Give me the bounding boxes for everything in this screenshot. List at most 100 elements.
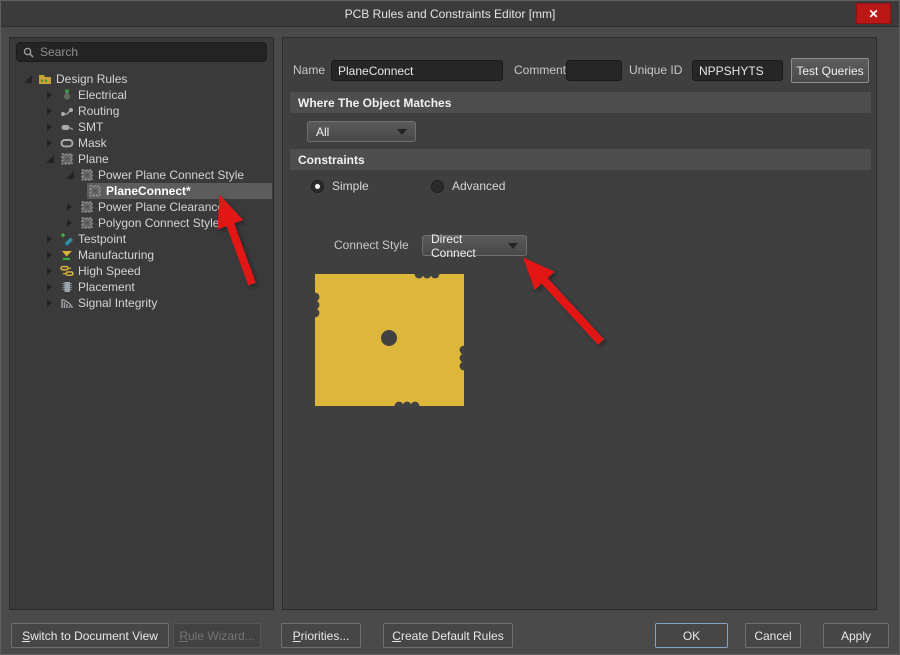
- tree-item-content: Polygon Connect Style: [79, 215, 272, 231]
- unique-id-label: Unique ID: [629, 60, 682, 81]
- tree-item-polygon-connect-style[interactable]: Polygon Connect Style: [11, 215, 272, 231]
- tree-item-label: Signal Integrity: [78, 296, 157, 310]
- ok-button[interactable]: OK: [655, 623, 728, 648]
- tree-item-manufacturing[interactable]: Manufacturing: [11, 247, 272, 263]
- rules-tree-panel: Search Design RulesElectricalRouting SMT M…: [9, 37, 274, 610]
- test-queries-button[interactable]: Test Queries: [791, 58, 869, 83]
- scope-dropdown[interactable]: All: [307, 121, 416, 142]
- collapse-icon[interactable]: [65, 167, 79, 183]
- tree-item-testpoint[interactable]: Testpoint: [11, 231, 272, 247]
- plane-rule-icon: [80, 200, 94, 214]
- tree-item-content: Manufacturing: [59, 247, 272, 263]
- plane-rule-icon: [88, 184, 102, 198]
- tree-item-content: Plane: [59, 151, 272, 167]
- tree-item-mask[interactable]: Mask: [11, 135, 272, 151]
- radio-dot-icon: [431, 180, 444, 193]
- tree-item-placement[interactable]: Placement: [11, 279, 272, 295]
- cancel-button[interactable]: Cancel: [745, 623, 801, 648]
- tree-item-label: Testpoint: [78, 232, 126, 246]
- window-title: PCB Rules and Constraints Editor [mm]: [345, 7, 556, 21]
- tree-item-label: Manufacturing: [78, 248, 154, 262]
- tree-item-content: Testpoint: [59, 231, 272, 247]
- tree-item-label: High Speed: [78, 264, 141, 278]
- collapse-icon[interactable]: [23, 71, 37, 87]
- expand-icon[interactable]: [45, 119, 59, 135]
- tree-item-content: Routing: [59, 103, 272, 119]
- simple-radio-label: Simple: [332, 179, 369, 193]
- tree-item-label: SMT: [78, 120, 103, 134]
- tree-item-label: PlaneConnect*: [106, 184, 191, 198]
- mask-icon: [60, 136, 74, 150]
- unique-id-field[interactable]: [692, 60, 783, 81]
- tree-item-content: PlaneConnect*: [87, 183, 272, 199]
- apply-button[interactable]: Apply: [823, 623, 889, 648]
- expand-icon[interactable]: [45, 103, 59, 119]
- tree-item-content: Power Plane Clearance: [79, 199, 272, 215]
- tree-item-content: Electrical: [59, 87, 272, 103]
- simple-radio[interactable]: Simple: [311, 179, 369, 193]
- expand-icon[interactable]: [45, 263, 59, 279]
- routing-icon: [60, 104, 74, 118]
- name-field[interactable]: [331, 60, 503, 81]
- create-default-rules-button[interactable]: Create Default Rules: [383, 623, 513, 648]
- tree-item-label: Mask: [78, 136, 107, 150]
- tree-item-content: Mask: [59, 135, 272, 151]
- connect-style-dropdown[interactable]: Direct Connect: [422, 235, 527, 256]
- tree-item-routing[interactable]: Routing: [11, 103, 272, 119]
- tree-item-power-plane-clearance[interactable]: Power Plane Clearance: [11, 199, 272, 215]
- tree-item-content: Signal Integrity: [59, 295, 272, 311]
- manufacturing-icon: [60, 248, 74, 262]
- smt-icon: [60, 120, 74, 134]
- placement-icon: [60, 280, 74, 294]
- search-input[interactable]: Search: [16, 42, 267, 62]
- where-object-matches-header: Where The Object Matches: [290, 92, 871, 113]
- tree-item-label: Routing: [78, 104, 119, 118]
- rules-tree: Design RulesElectricalRouting SMT Mask Plan…: [11, 71, 272, 311]
- tree-item-electrical[interactable]: Electrical: [11, 87, 272, 103]
- tree-item-design-rules[interactable]: Design Rules: [11, 71, 272, 87]
- comment-field[interactable]: [566, 60, 622, 81]
- expand-icon[interactable]: [65, 215, 79, 231]
- tree-item-smt[interactable]: SMT: [11, 119, 272, 135]
- scope-dropdown-value: All: [316, 125, 329, 139]
- advanced-radio[interactable]: Advanced: [431, 179, 505, 193]
- tree-item-content: Power Plane Connect Style: [79, 167, 272, 183]
- close-button[interactable]: ✕: [856, 3, 891, 24]
- connect-style-value: Direct Connect: [431, 232, 508, 260]
- connect-style-label: Connect Style: [334, 235, 409, 256]
- tree-item-planeconnect[interactable]: PlaneConnect*: [11, 183, 272, 199]
- collapse-icon[interactable]: [45, 151, 59, 167]
- expand-icon[interactable]: [45, 135, 59, 151]
- tree-item-content: Placement: [59, 279, 272, 295]
- tree-item-plane[interactable]: Plane: [11, 151, 272, 167]
- rule-editor-panel: Name Comment Unique ID Test Queries Wher…: [282, 37, 877, 610]
- plane-rule-icon: [60, 152, 74, 166]
- titlebar: PCB Rules and Constraints Editor [mm] ✕: [1, 1, 899, 27]
- radio-dot-icon: [311, 180, 324, 193]
- priorities-button[interactable]: Priorities...: [281, 623, 361, 648]
- expand-icon[interactable]: [45, 231, 59, 247]
- high-speed-icon: [60, 264, 74, 278]
- tree-item-high-speed[interactable]: High Speed: [11, 263, 272, 279]
- signal-integrity-icon: [60, 296, 74, 310]
- tree-item-signal-integrity[interactable]: Signal Integrity: [11, 295, 272, 311]
- tree-item-content: High Speed: [59, 263, 272, 279]
- expand-icon[interactable]: [45, 87, 59, 103]
- expand-icon[interactable]: [65, 199, 79, 215]
- search-placeholder: Search: [40, 45, 78, 59]
- tree-item-power-plane-connect-style[interactable]: Power Plane Connect Style: [11, 167, 272, 183]
- expand-icon[interactable]: [45, 295, 59, 311]
- plane-rule-icon: [80, 216, 94, 230]
- direct-connect-preview: [315, 274, 464, 406]
- testpoint-icon: [60, 232, 74, 246]
- expand-icon[interactable]: [45, 279, 59, 295]
- tree-item-label: Design Rules: [56, 72, 127, 86]
- constraints-header: Constraints: [290, 149, 871, 170]
- switch-to-document-view-button[interactable]: Switch to Document View: [11, 623, 169, 648]
- electrical-icon: [60, 88, 74, 102]
- tree-item-label: Plane: [78, 152, 109, 166]
- tree-item-label: Polygon Connect Style: [98, 216, 219, 230]
- expand-icon[interactable]: [45, 247, 59, 263]
- tree-item-label: Power Plane Connect Style: [98, 168, 244, 182]
- search-icon: [23, 47, 34, 58]
